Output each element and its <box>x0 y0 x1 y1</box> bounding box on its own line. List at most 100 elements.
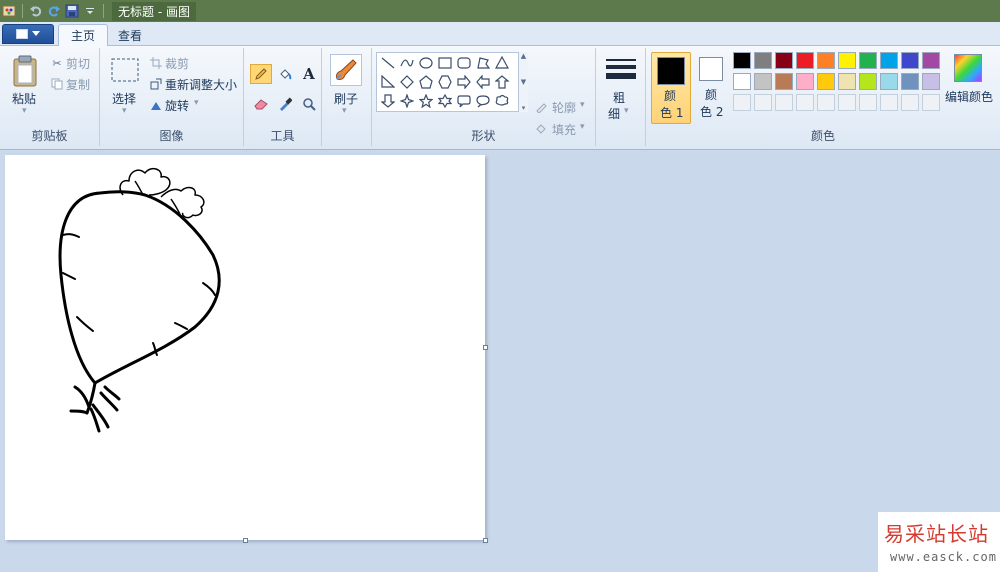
outline-icon[interactable] <box>534 100 548 114</box>
palette-swatch[interactable] <box>838 52 856 69</box>
oval-callout-shape-icon[interactable] <box>474 92 492 110</box>
resize-icon[interactable] <box>149 77 163 91</box>
palette-swatch[interactable] <box>880 73 898 90</box>
hexagon-shape-icon[interactable] <box>436 73 454 91</box>
size-label-2[interactable]: 细 <box>608 105 620 122</box>
fill-shape-icon[interactable] <box>534 122 548 136</box>
line-size-icon[interactable] <box>605 56 637 82</box>
six-point-star-shape-icon[interactable] <box>436 92 454 110</box>
line-shape-icon[interactable] <box>379 54 397 72</box>
resize-handle-corner[interactable] <box>483 538 488 543</box>
rounded-callout-shape-icon[interactable] <box>455 92 473 110</box>
shapes-scrollbar[interactable]: ▲ ▼ ▾ <box>518 52 528 112</box>
right-arrow-shape-icon[interactable] <box>455 73 473 91</box>
brushes-dropdown-icon[interactable]: ▾ <box>342 106 347 116</box>
tab-home[interactable]: 主页 <box>58 24 109 46</box>
palette-swatch[interactable] <box>817 94 835 111</box>
gallery-more-icon[interactable]: ▾ <box>522 104 526 112</box>
palette-swatch[interactable] <box>922 94 940 111</box>
edit-colors-icon[interactable] <box>954 54 982 82</box>
crop-icon[interactable] <box>149 56 163 70</box>
palette-swatch[interactable] <box>775 94 793 111</box>
paste-button[interactable]: 粘贴 <box>12 90 36 107</box>
color-picker-icon[interactable] <box>274 94 296 114</box>
palette-swatch[interactable] <box>859 52 877 69</box>
save-icon[interactable] <box>63 2 81 20</box>
outline-button[interactable]: 轮廓 <box>552 99 576 116</box>
palette-swatch[interactable] <box>754 94 772 111</box>
rotate-dropdown-icon[interactable]: ▾ <box>194 98 199 108</box>
palette-swatch[interactable] <box>838 94 856 111</box>
up-arrow-shape-icon[interactable] <box>493 73 511 91</box>
palette-swatch[interactable] <box>838 73 856 90</box>
rectangle-shape-icon[interactable] <box>436 54 454 72</box>
copy-icon[interactable] <box>50 77 64 91</box>
five-point-star-shape-icon[interactable] <box>417 92 435 110</box>
select-button[interactable]: 选择 <box>112 90 136 107</box>
drawing-canvas[interactable] <box>5 155 485 540</box>
palette-swatch[interactable] <box>922 52 940 69</box>
color2-button[interactable]: 颜 色 2 <box>697 52 727 124</box>
scroll-up-icon[interactable]: ▲ <box>521 52 526 60</box>
fill-button[interactable]: 填充 <box>552 121 576 138</box>
palette-swatch[interactable] <box>775 73 793 90</box>
fill-icon[interactable] <box>274 64 296 84</box>
size-label[interactable]: 粗 <box>613 89 625 106</box>
brush-icon[interactable] <box>330 54 362 86</box>
palette-swatch[interactable] <box>901 52 919 69</box>
edit-colors-button[interactable]: 编辑颜色 <box>945 88 993 105</box>
diamond-shape-icon[interactable] <box>398 73 416 91</box>
paste-icon[interactable] <box>10 54 40 88</box>
select-dropdown-icon[interactable]: ▾ <box>122 106 127 116</box>
palette-swatch[interactable] <box>796 73 814 90</box>
palette-swatch[interactable] <box>880 52 898 69</box>
palette-swatch[interactable] <box>922 73 940 90</box>
fill-dropdown-icon[interactable]: ▾ <box>580 122 585 132</box>
four-point-star-shape-icon[interactable] <box>398 92 416 110</box>
resize-button[interactable]: 重新调整大小 <box>165 76 237 93</box>
eraser-icon[interactable] <box>250 94 272 114</box>
select-icon[interactable] <box>110 56 140 84</box>
brushes-button[interactable]: 刷子 <box>334 90 358 107</box>
resize-handle-bottom[interactable] <box>243 538 248 543</box>
size-dropdown-icon[interactable]: ▾ <box>624 106 629 116</box>
palette-swatch[interactable] <box>754 52 772 69</box>
palette-swatch[interactable] <box>901 94 919 111</box>
cut-button[interactable]: 剪切 <box>66 55 90 72</box>
cloud-callout-shape-icon[interactable] <box>493 92 511 110</box>
triangle-shape-icon[interactable] <box>493 54 511 72</box>
outline-dropdown-icon[interactable]: ▾ <box>580 100 585 110</box>
rotate-icon[interactable] <box>149 98 163 112</box>
palette-swatch[interactable] <box>775 52 793 69</box>
palette-swatch[interactable] <box>880 94 898 111</box>
redo-icon[interactable] <box>45 2 63 20</box>
undo-icon[interactable] <box>27 2 45 20</box>
cut-icon[interactable]: ✂ <box>50 56 64 70</box>
paste-dropdown-icon[interactable]: ▾ <box>22 106 27 116</box>
palette-swatch[interactable] <box>733 73 751 90</box>
palette-swatch[interactable] <box>733 52 751 69</box>
scroll-down-icon[interactable]: ▼ <box>521 78 526 86</box>
crop-button[interactable]: 裁剪 <box>165 55 189 72</box>
polygon-shape-icon[interactable] <box>474 54 492 72</box>
left-arrow-shape-icon[interactable] <box>474 73 492 91</box>
palette-swatch[interactable] <box>733 94 751 111</box>
oval-shape-icon[interactable] <box>417 54 435 72</box>
palette-swatch[interactable] <box>796 94 814 111</box>
rotate-button[interactable]: 旋转 <box>165 97 189 114</box>
pentagon-shape-icon[interactable] <box>417 73 435 91</box>
curve-shape-icon[interactable] <box>398 54 416 72</box>
palette-swatch[interactable] <box>859 73 877 90</box>
color1-button[interactable]: 颜 色 1 <box>651 52 691 124</box>
copy-button[interactable]: 复制 <box>66 76 90 93</box>
rounded-rectangle-shape-icon[interactable] <box>455 54 473 72</box>
text-icon[interactable]: A <box>298 64 320 84</box>
pencil-icon[interactable] <box>250 64 272 84</box>
right-triangle-shape-icon[interactable] <box>379 73 397 91</box>
palette-swatch[interactable] <box>901 73 919 90</box>
palette-swatch[interactable] <box>817 73 835 90</box>
paint-app-icon[interactable] <box>0 2 18 20</box>
resize-handle-right[interactable] <box>483 345 488 350</box>
down-arrow-shape-icon[interactable] <box>379 92 397 110</box>
tab-view[interactable]: 查看 <box>106 24 154 46</box>
